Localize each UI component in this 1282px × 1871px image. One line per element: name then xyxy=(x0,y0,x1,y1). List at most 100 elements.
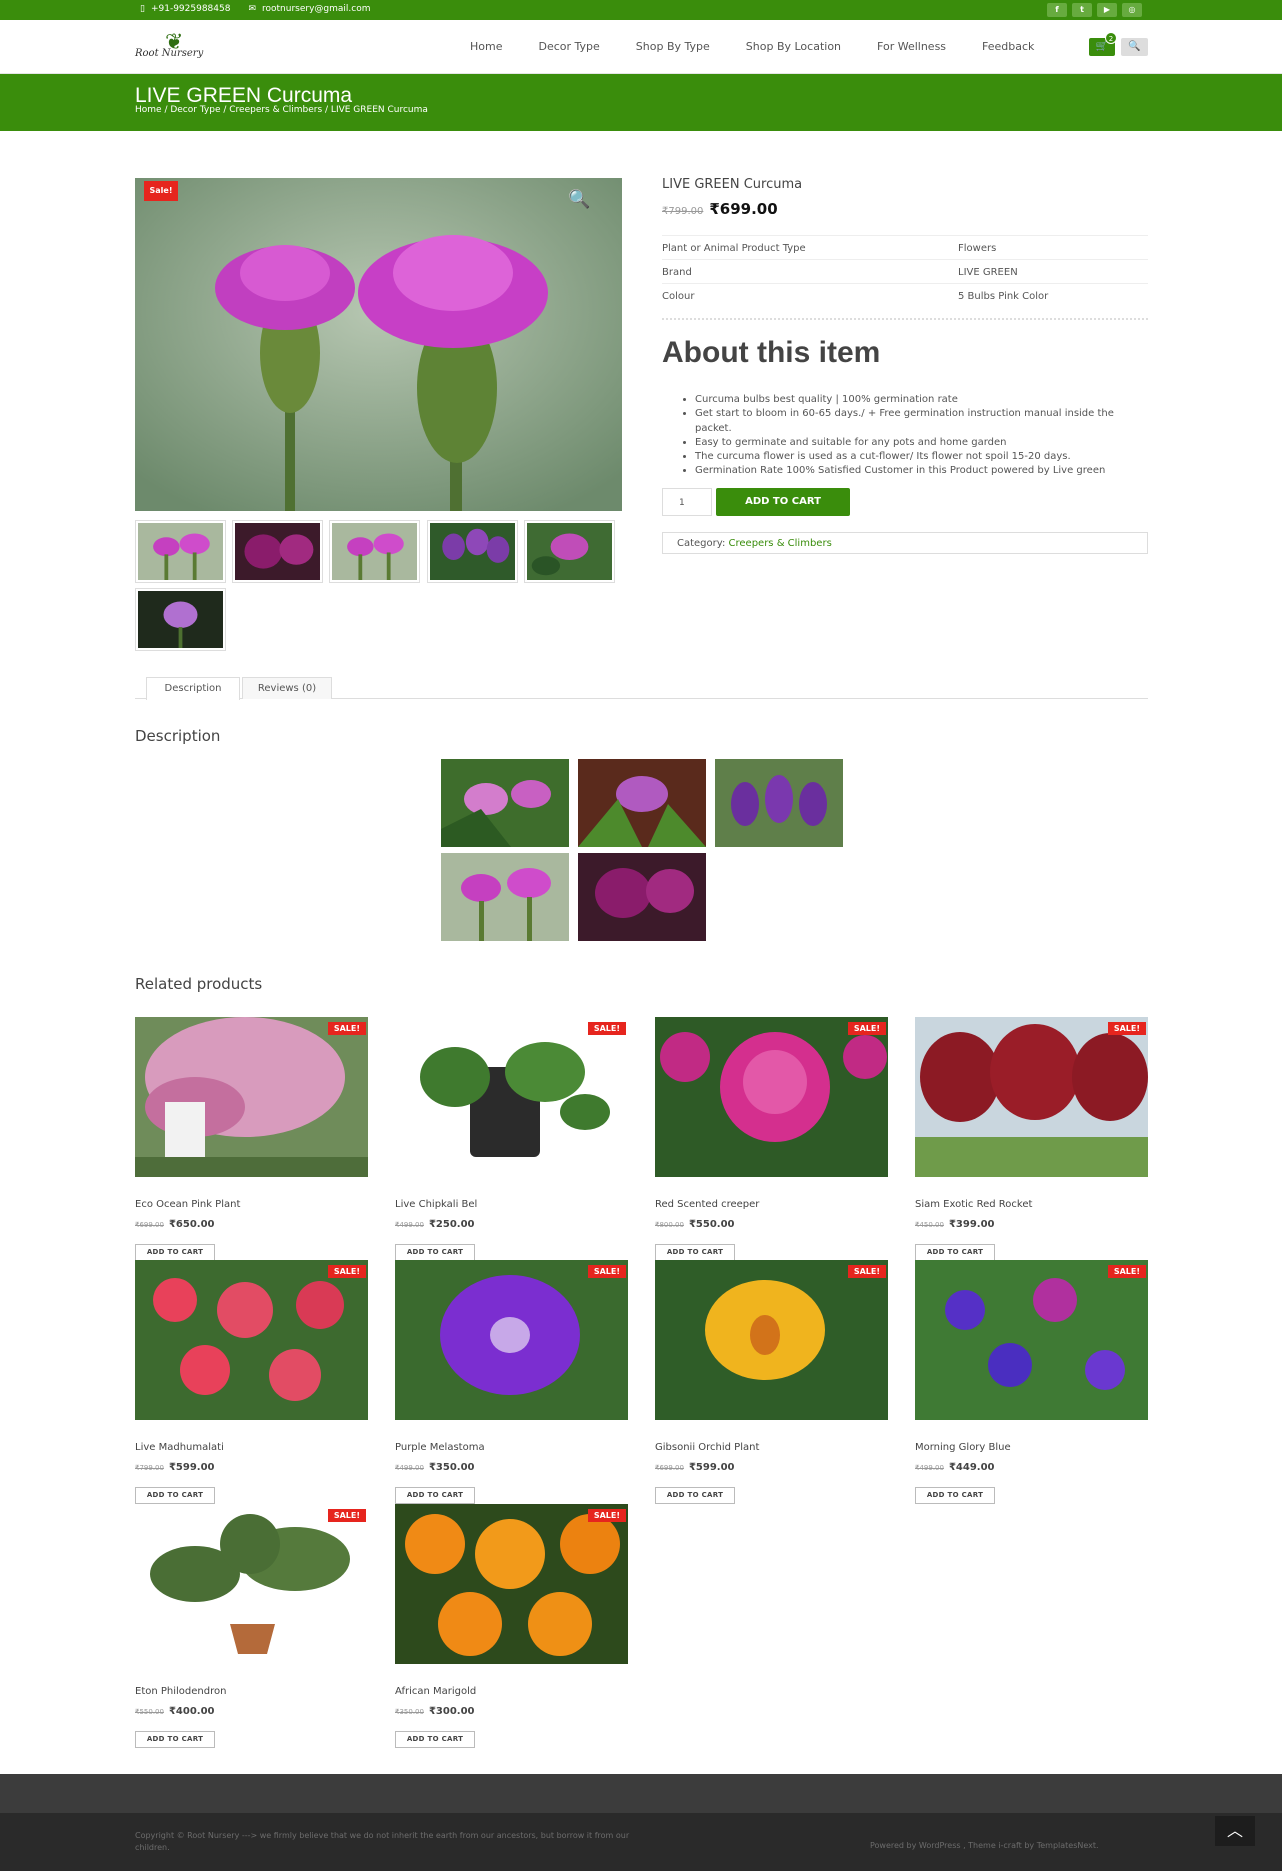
add-to-cart-button[interactable]: ADD TO CART xyxy=(915,1244,995,1261)
description-image xyxy=(578,853,706,941)
gallery-thumbnail[interactable] xyxy=(427,520,518,583)
nav-decor-type[interactable]: Decor Type xyxy=(538,40,599,53)
sale-badge: SALE! xyxy=(847,1022,886,1035)
product-main-image[interactable] xyxy=(135,178,622,511)
product-image[interactable] xyxy=(135,1017,368,1177)
product-image[interactable] xyxy=(135,1504,368,1664)
feature-item: Germination Rate 100% Satisfied Customer… xyxy=(695,464,1150,478)
search-button[interactable]: 🔍 xyxy=(1121,38,1148,56)
product-name[interactable]: Purple Melastoma xyxy=(395,1442,485,1453)
product-name[interactable]: Live Chipkali Bel xyxy=(395,1199,477,1210)
product-price: ₹800.00 ₹550.00 xyxy=(655,1219,735,1230)
add-to-cart-button[interactable]: ADD TO CART xyxy=(135,1244,215,1261)
twitter-icon[interactable]: t xyxy=(1072,3,1092,17)
youtube-icon[interactable]: ▶ xyxy=(1097,3,1117,17)
category-link[interactable]: Creepers & Climbers xyxy=(729,538,832,549)
product-name[interactable]: Gibsonii Orchid Plant xyxy=(655,1442,759,1453)
product-name[interactable]: Siam Exotic Red Rocket xyxy=(915,1199,1032,1210)
add-to-cart-button[interactable]: ADD TO CART xyxy=(135,1731,215,1748)
product-card[interactable]: SALE! Morning Glory Blue ₹499.00 ₹449.00 … xyxy=(915,1260,1148,1504)
social-links: f t ▶ ◎ xyxy=(1047,3,1142,17)
add-to-cart-button[interactable]: ADD TO CART xyxy=(655,1487,735,1504)
sale-price: ₹300.00 xyxy=(428,1706,475,1717)
gallery-thumbnail[interactable] xyxy=(135,588,226,651)
mail-icon: ✉ xyxy=(248,4,257,14)
nav-home[interactable]: Home xyxy=(470,40,502,53)
product-image[interactable] xyxy=(915,1017,1148,1177)
old-price: ₹450.00 xyxy=(915,1221,944,1229)
search-icon: 🔍 xyxy=(1128,41,1141,52)
breadcrumb[interactable]: Home / Decor Type / Creepers & Climbers … xyxy=(135,105,428,115)
sale-price: ₹449.00 xyxy=(948,1462,995,1473)
divider xyxy=(662,318,1148,320)
product-price: ₹350.00 ₹300.00 xyxy=(395,1706,475,1717)
feature-item: Curcuma bulbs best quality | 100% germin… xyxy=(695,393,1150,407)
nav-shop-by-type[interactable]: Shop By Type xyxy=(636,40,710,53)
tab-reviews[interactable]: Reviews (0) xyxy=(242,677,332,699)
gallery-thumbnail[interactable] xyxy=(329,520,420,583)
phone-contact[interactable]: ▯ +91-9925988458 xyxy=(140,4,230,14)
gallery-thumbnail[interactable] xyxy=(135,520,226,583)
product-card[interactable]: SALE! Red Scented creeper ₹800.00 ₹550.00… xyxy=(655,1017,888,1261)
product-card[interactable]: SALE! Purple Melastoma ₹499.00 ₹350.00 AD… xyxy=(395,1260,628,1504)
product-card[interactable]: SALE! Eco Ocean Pink Plant ₹699.00 ₹650.0… xyxy=(135,1017,368,1261)
add-to-cart-button[interactable]: ADD TO CART xyxy=(135,1487,215,1504)
attribute-value: LIVE GREEN xyxy=(958,267,1018,278)
quantity-input[interactable]: 1 xyxy=(662,488,712,516)
nav-shop-by-location[interactable]: Shop By Location xyxy=(746,40,841,53)
sale-badge: SALE! xyxy=(587,1022,626,1035)
product-name[interactable]: Eco Ocean Pink Plant xyxy=(135,1199,240,1210)
sale-price: ₹699.00 xyxy=(709,200,778,218)
product-image[interactable] xyxy=(395,1504,628,1664)
product-card[interactable]: SALE! African Marigold ₹350.00 ₹300.00 AD… xyxy=(395,1504,628,1748)
sale-badge: Sale! xyxy=(144,181,178,201)
zoom-icon[interactable]: 🔍 xyxy=(568,189,590,210)
attribute-value: Flowers xyxy=(958,243,997,254)
product-image[interactable] xyxy=(395,1260,628,1420)
sale-badge: SALE! xyxy=(587,1509,626,1522)
add-to-cart-button[interactable]: ADD TO CART xyxy=(395,1244,475,1261)
sale-badge: SALE! xyxy=(587,1265,626,1278)
nav-feedback[interactable]: Feedback xyxy=(982,40,1034,53)
product-name[interactable]: Live Madhumalati xyxy=(135,1442,224,1453)
sale-price: ₹250.00 xyxy=(428,1219,475,1230)
site-logo[interactable]: ❦ Root Nursery xyxy=(135,30,225,66)
product-price: ₹499.00 ₹350.00 xyxy=(395,1462,475,1473)
facebook-icon[interactable]: f xyxy=(1047,3,1067,17)
gallery-thumbnail[interactable] xyxy=(524,520,615,583)
product-image[interactable] xyxy=(915,1260,1148,1420)
add-to-cart-button[interactable]: ADD TO CART xyxy=(716,488,850,516)
product-image[interactable] xyxy=(655,1017,888,1177)
feature-item: The curcuma flower is used as a cut-flow… xyxy=(695,450,1150,464)
product-card[interactable]: SALE! Live Chipkali Bel ₹499.00 ₹250.00 A… xyxy=(395,1017,628,1261)
phone-number: +91-9925988458 xyxy=(150,4,231,14)
add-to-cart-button[interactable]: ADD TO CART xyxy=(655,1244,735,1261)
instagram-icon[interactable]: ◎ xyxy=(1122,3,1142,17)
product-name[interactable]: Red Scented creeper xyxy=(655,1199,759,1210)
powered-by-text[interactable]: Powered by WordPress , Theme i-craft by … xyxy=(870,1841,1099,1850)
attribute-value: 5 Bulbs Pink Color xyxy=(958,291,1049,302)
gallery-thumbnail[interactable] xyxy=(232,520,323,583)
add-to-cart-button[interactable]: ADD TO CART xyxy=(395,1487,475,1504)
sale-price: ₹350.00 xyxy=(428,1462,475,1473)
nav-for-wellness[interactable]: For Wellness xyxy=(877,40,946,53)
email-contact[interactable]: ✉ rootnursery@gmail.com xyxy=(248,4,370,14)
product-name[interactable]: Eton Philodendron xyxy=(135,1686,226,1697)
sale-badge: SALE! xyxy=(327,1022,366,1035)
product-image[interactable] xyxy=(655,1260,888,1420)
product-card[interactable]: SALE! Gibsonii Orchid Plant ₹699.00 ₹599.… xyxy=(655,1260,888,1504)
product-price: ₹799.00 ₹699.00 xyxy=(662,200,778,218)
product-card[interactable]: SALE! Eton Philodendron ₹550.00 ₹400.00 A… xyxy=(135,1504,368,1748)
product-name[interactable]: Morning Glory Blue xyxy=(915,1442,1011,1453)
old-price: ₹499.00 xyxy=(915,1464,944,1472)
add-to-cart-button[interactable]: ADD TO CART xyxy=(915,1487,995,1504)
back-to-top-button[interactable]: ︿ xyxy=(1215,1816,1255,1846)
product-card[interactable]: SALE! Siam Exotic Red Rocket ₹450.00 ₹399… xyxy=(915,1017,1148,1261)
product-card[interactable]: SALE! Live Madhumalati ₹799.00 ₹599.00 AD… xyxy=(135,1260,368,1504)
sale-badge: SALE! xyxy=(1107,1265,1146,1278)
product-image[interactable] xyxy=(395,1017,628,1177)
tab-description[interactable]: Description xyxy=(146,677,240,700)
product-image[interactable] xyxy=(135,1260,368,1420)
add-to-cart-button[interactable]: ADD TO CART xyxy=(395,1731,475,1748)
product-name[interactable]: African Marigold xyxy=(395,1686,476,1697)
